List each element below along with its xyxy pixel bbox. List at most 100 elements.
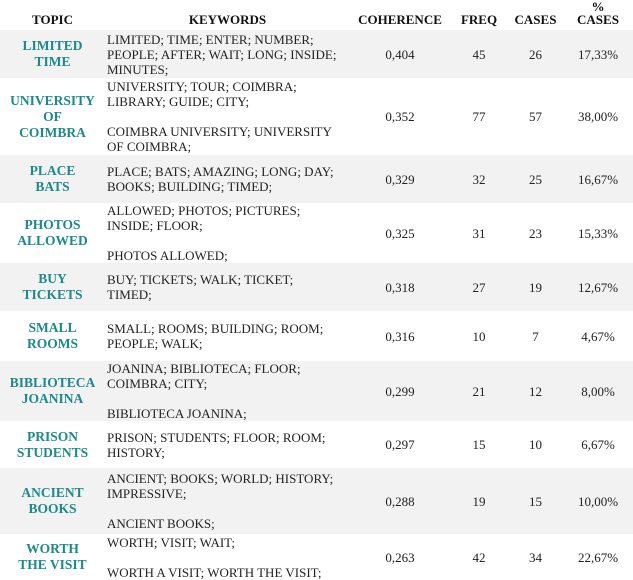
topic-cell: WORTH THE VISIT — [0, 534, 105, 580]
keywords-cell: LIMITED; TIME; ENTER; NUMBER; PEOPLE; AFT… — [105, 30, 350, 78]
keywords-gap — [107, 109, 346, 124]
freq-cell: 42 — [472, 549, 486, 565]
keywords-cell: JOANINA; BIBLIOTECA; FLOOR; COIMBRA; CITY… — [105, 361, 350, 421]
keywords-line: TIMED; — [107, 287, 152, 302]
keywords-line: LIBRARY; GUIDE; CITY; — [107, 94, 250, 109]
topic-label-line: PRISON — [26, 428, 78, 444]
table-row: LIMITED TIME LIMITED; TIME; ENTER; NUMBER;… — [0, 30, 633, 78]
freq-cell: 15 — [472, 437, 486, 452]
topic-label-line: BIBLIOTECA — [9, 375, 96, 390]
topic-label-line: JOANINA — [21, 391, 84, 406]
topic-label-line: WORTH — [26, 541, 79, 556]
header-coherence: COHERENCE — [358, 12, 442, 27]
freq-cell: 27 — [450, 263, 508, 311]
coherence-cell: 0,299 — [350, 361, 450, 421]
cases-cell: 25 — [508, 155, 563, 203]
freq-cell: 10 — [472, 328, 486, 344]
topic-label-line: TIME — [34, 54, 71, 69]
header-keywords: KEYWORDS — [188, 12, 267, 27]
pct-cases-cell: 16,67% — [563, 155, 633, 203]
topic-cell: SMALL ROOMS — [0, 311, 105, 361]
cases-cell: 23 — [529, 225, 542, 241]
coherence-cell: 0,263 — [385, 549, 415, 565]
keywords-line: WORTH; VISIT; WAIT; — [107, 534, 236, 550]
topic-cell: BUY TICKETS — [0, 263, 105, 311]
pct-cases-cell: 6,67% — [581, 437, 615, 452]
cases-cell: 7 — [532, 328, 539, 344]
freq-cell: 21 — [450, 361, 508, 421]
coherence-cell: 0,316 — [385, 328, 415, 344]
topic-label-line: STUDENTS — [16, 444, 89, 460]
header-row: TOPIC KEYWORDS COHERENCE FREQ CASES % CA… — [0, 0, 633, 30]
keywords-cell: SMALL; ROOMS; BUILDING; ROOM; PEOPLE; WAL… — [105, 311, 350, 361]
keywords-gap — [107, 550, 346, 565]
cases-cell: 15 — [508, 468, 563, 534]
freq-cell: 45 — [450, 30, 508, 78]
topic-label-line: OF — [43, 108, 62, 124]
header-pct-line2: CASES — [577, 12, 619, 27]
topic-label-line: PLACE — [29, 163, 76, 178]
keywords-line: PLACE; BATS; AMAZING; LONG; DAY; — [107, 164, 334, 179]
freq-cell: 31 — [472, 225, 486, 241]
table-row: PLACE BATS PLACE; BATS; AMAZING; LONG; DAY… — [0, 155, 633, 203]
keywords-cell: ANCIENT; BOOKS; WORLD; HISTORY; IMPRESSIV… — [105, 468, 350, 534]
table-row: BUY TICKETS BUY; TICKETS; WALK; TICKET; TIM… — [0, 263, 633, 311]
topic-label-line: ALLOWED — [17, 233, 88, 248]
topic-label-line: LIMITED — [22, 38, 83, 53]
cases-cell: 19 — [508, 263, 563, 311]
keywords-cell: ALLOWED; PHOTOS; PICTURES; INSIDE; FLOOR;… — [105, 203, 350, 263]
coherence-cell: 0,404 — [350, 30, 450, 78]
pct-cases-cell: 22,67% — [577, 549, 619, 565]
coherence-cell: 0,352 — [385, 109, 415, 124]
pct-cases-cell: 15,33% — [577, 225, 619, 241]
keywords-gap — [107, 233, 346, 248]
pct-cases-cell: 8,00% — [563, 361, 633, 421]
header-topic: TOPIC — [32, 12, 73, 27]
pct-cases-cell: 12,67% — [563, 263, 633, 311]
table-row: PRISON STUDENTS PRISON; STUDENTS; FLOOR; R… — [0, 421, 633, 468]
topics-table: TOPIC KEYWORDS COHERENCE FREQ CASES % CA… — [0, 0, 633, 580]
cases-cell: 10 — [529, 437, 542, 452]
topic-cell: BIBLIOTECA JOANINA — [0, 361, 105, 421]
keywords-line: JOANINA; BIBLIOTECA; FLOOR; — [107, 361, 301, 376]
table-row: ANCIENT BOOKS ANCIENT; BOOKS; WORLD; HISTO… — [0, 468, 633, 534]
cases-cell: 57 — [529, 109, 542, 124]
keywords-line: UNIVERSITY; TOUR; COIMBRA; — [107, 79, 297, 94]
keywords-line: PEOPLE; AFTER; WAIT; LONG; INSIDE; — [107, 46, 337, 62]
bigrams-line: ANCIENT BOOKS; — [107, 516, 215, 531]
topic-label-line: SMALL — [28, 320, 77, 335]
keywords-cell: PLACE; BATS; AMAZING; LONG; DAY; BOOKS; B… — [105, 155, 350, 203]
bigrams-line: WORTH A VISIT; WORTH THE VISIT; — [107, 564, 322, 580]
table-body: LIMITED TIME LIMITED; TIME; ENTER; NUMBER;… — [0, 30, 633, 580]
topic-cell: PLACE BATS — [0, 155, 105, 203]
keywords-line: PEOPLE; WALK; — [107, 336, 203, 351]
cases-cell: 26 — [508, 30, 563, 78]
keywords-line: HISTORY; — [107, 444, 165, 460]
topic-cell: LIMITED TIME — [0, 30, 105, 78]
coherence-cell: 0,288 — [350, 468, 450, 534]
bigrams-line: OF COIMBRA; — [107, 139, 192, 154]
table-row: WORTH THE VISIT WORTH; VISIT; WAIT; WORTH A… — [0, 534, 633, 580]
topic-cell: UNIVERSITY OF COIMBRA — [0, 78, 105, 155]
keywords-gap — [107, 501, 346, 516]
table-row: PHOTOS ALLOWED ALLOWED; PHOTOS; PICTURES; I… — [0, 203, 633, 263]
keywords-cell: UNIVERSITY; TOUR; COIMBRA; LIBRARY; GUIDE… — [105, 78, 350, 155]
topic-label-line: COIMBRA — [19, 124, 86, 140]
bigrams-line: PHOTOS ALLOWED; — [107, 248, 228, 263]
pct-cases-cell: 17,33% — [563, 30, 633, 78]
header-freq: FREQ — [460, 12, 498, 27]
pct-cases-cell: 38,00% — [577, 109, 619, 124]
cases-cell: 34 — [529, 549, 542, 565]
keywords-gap — [107, 391, 346, 406]
bigrams-line: COIMBRA UNIVERSITY; UNIVERSITY — [107, 124, 332, 139]
coherence-cell: 0,318 — [350, 263, 450, 311]
keywords-line: MINUTES; — [107, 61, 169, 77]
topic-label-line: TICKETS — [22, 287, 83, 302]
table-row: SMALL ROOMS SMALL; ROOMS; BUILDING; ROOM; P… — [0, 311, 633, 361]
keywords-cell: WORTH; VISIT; WAIT; WORTH A VISIT; WORTH … — [105, 534, 350, 580]
topic-label-line: UNIVERSITY — [10, 92, 95, 108]
bigrams-line: BIBLIOTECA JOANINA; — [107, 406, 247, 421]
coherence-cell: 0,329 — [350, 155, 450, 203]
table-row: UNIVERSITY OF COIMBRA UNIVERSITY; TOUR; COI… — [0, 78, 633, 155]
topic-label-line: ANCIENT — [21, 485, 84, 500]
